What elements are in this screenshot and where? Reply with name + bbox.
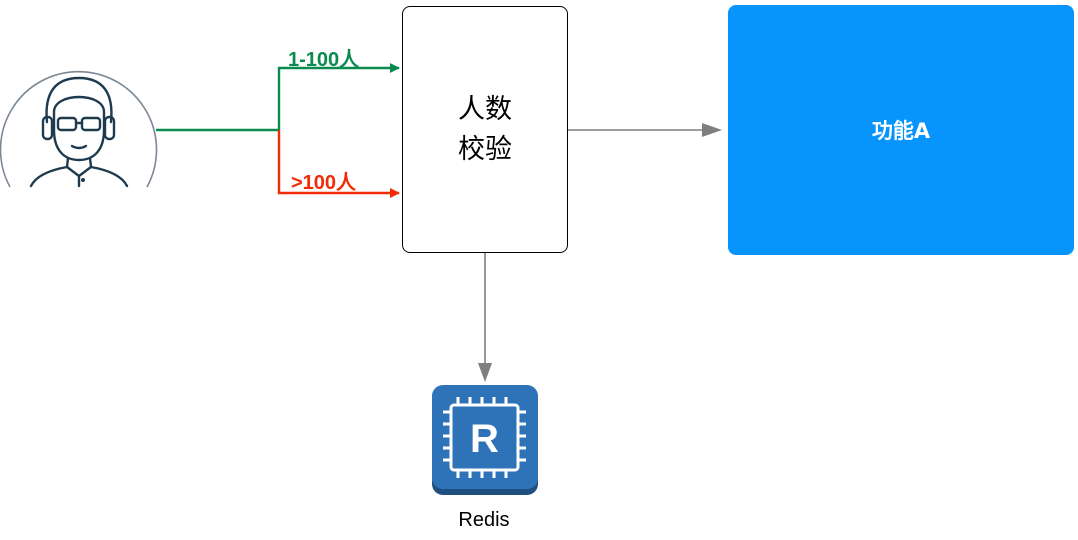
validation-node-line1: 人数 bbox=[458, 93, 512, 125]
user-avatar-icon[interactable] bbox=[0, 70, 158, 188]
edge-label-large-group: >100人 bbox=[291, 172, 357, 194]
validation-node-line2: 校验 bbox=[458, 133, 512, 165]
edge-validate-to-feature bbox=[568, 123, 722, 137]
validation-node[interactable]: 人数 校验 bbox=[402, 6, 568, 253]
edge-label-small-group: 1-100人 bbox=[288, 49, 360, 71]
edge-small-group bbox=[156, 63, 400, 132]
redis-icon-letter: R bbox=[470, 417, 499, 461]
edge-validate-to-redis bbox=[478, 253, 492, 382]
feature-a-label: 功能A bbox=[871, 119, 931, 143]
redis-icon[interactable]: R bbox=[432, 385, 538, 495]
feature-a-node[interactable]: 功能A bbox=[728, 5, 1074, 255]
redis-caption: Redis bbox=[458, 509, 510, 531]
